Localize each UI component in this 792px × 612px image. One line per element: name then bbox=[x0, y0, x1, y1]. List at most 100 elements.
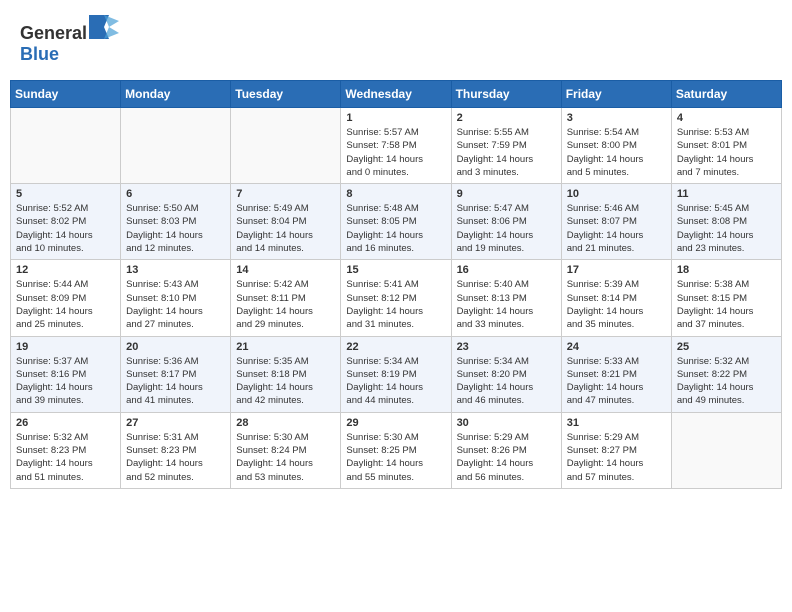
day-info: Sunrise: 5:53 AM Sunset: 8:01 PM Dayligh… bbox=[677, 126, 776, 179]
day-number: 30 bbox=[457, 417, 556, 429]
calendar-day-5: 5 Sunrise: 5:52 AM Sunset: 8:02 PM Daylig… bbox=[11, 184, 121, 260]
calendar-week-row: 5 Sunrise: 5:52 AM Sunset: 8:02 PM Daylig… bbox=[11, 184, 782, 260]
day-number: 6 bbox=[126, 188, 225, 200]
day-info: Sunrise: 5:29 AM Sunset: 8:26 PM Dayligh… bbox=[457, 431, 556, 484]
day-info: Sunrise: 5:52 AM Sunset: 8:02 PM Dayligh… bbox=[16, 202, 115, 255]
day-number: 23 bbox=[457, 341, 556, 353]
empty-day-cell bbox=[121, 108, 231, 184]
calendar-day-2: 2 Sunrise: 5:55 AM Sunset: 7:59 PM Daylig… bbox=[451, 108, 561, 184]
calendar-day-12: 12 Sunrise: 5:44 AM Sunset: 8:09 PM Dayli… bbox=[11, 260, 121, 336]
day-info: Sunrise: 5:36 AM Sunset: 8:17 PM Dayligh… bbox=[126, 355, 225, 408]
calendar-day-10: 10Sunrise: 5:46 AM Sunset: 8:07 PM Dayli… bbox=[561, 184, 671, 260]
day-info: Sunrise: 5:50 AM Sunset: 8:03 PM Dayligh… bbox=[126, 202, 225, 255]
calendar-day-8: 8Sunrise: 5:48 AM Sunset: 8:05 PM Daylig… bbox=[341, 184, 451, 260]
day-info: Sunrise: 5:46 AM Sunset: 8:07 PM Dayligh… bbox=[567, 202, 666, 255]
day-info: Sunrise: 5:32 AM Sunset: 8:23 PM Dayligh… bbox=[16, 431, 115, 484]
day-number: 9 bbox=[457, 188, 556, 200]
day-info: Sunrise: 5:40 AM Sunset: 8:13 PM Dayligh… bbox=[457, 278, 556, 331]
day-info: Sunrise: 5:34 AM Sunset: 8:20 PM Dayligh… bbox=[457, 355, 556, 408]
day-number: 14 bbox=[236, 264, 335, 276]
day-number: 5 bbox=[16, 188, 115, 200]
day-number: 12 bbox=[16, 264, 115, 276]
calendar-day-19: 19 Sunrise: 5:37 AM Sunset: 8:16 PM Dayli… bbox=[11, 336, 121, 412]
calendar-day-11: 11 Sunrise: 5:45 AM Sunset: 8:08 PM Dayli… bbox=[671, 184, 781, 260]
calendar-day-3: 3Sunrise: 5:54 AM Sunset: 8:00 PM Daylig… bbox=[561, 108, 671, 184]
day-info: Sunrise: 5:41 AM Sunset: 8:12 PM Dayligh… bbox=[346, 278, 445, 331]
day-info: Sunrise: 5:33 AM Sunset: 8:21 PM Dayligh… bbox=[567, 355, 666, 408]
empty-day-cell bbox=[671, 412, 781, 488]
calendar-day-20: 20 Sunrise: 5:36 AM Sunset: 8:17 PM Dayli… bbox=[121, 336, 231, 412]
calendar-day-15: 15 Sunrise: 5:41 AM Sunset: 8:12 PM Dayli… bbox=[341, 260, 451, 336]
empty-day-cell bbox=[231, 108, 341, 184]
calendar-day-16: 16 Sunrise: 5:40 AM Sunset: 8:13 PM Dayli… bbox=[451, 260, 561, 336]
calendar-day-1: 1 Sunrise: 5:57 AM Sunset: 7:58 PM Daylig… bbox=[341, 108, 451, 184]
calendar-day-17: 17 Sunrise: 5:39 AM Sunset: 8:14 PM Dayli… bbox=[561, 260, 671, 336]
calendar-table: SundayMondayTuesdayWednesdayThursdayFrid… bbox=[10, 80, 782, 489]
day-number: 21 bbox=[236, 341, 335, 353]
logo-wordmark: General Blue bbox=[20, 15, 119, 65]
day-number: 26 bbox=[16, 417, 115, 429]
weekday-header-friday: Friday bbox=[561, 81, 671, 108]
day-info: Sunrise: 5:57 AM Sunset: 7:58 PM Dayligh… bbox=[346, 126, 445, 179]
weekday-header-saturday: Saturday bbox=[671, 81, 781, 108]
day-number: 11 bbox=[677, 188, 776, 200]
day-number: 1 bbox=[346, 112, 445, 124]
day-number: 20 bbox=[126, 341, 225, 353]
day-number: 8 bbox=[346, 188, 445, 200]
calendar-day-13: 13Sunrise: 5:43 AM Sunset: 8:10 PM Dayli… bbox=[121, 260, 231, 336]
logo-general: General bbox=[20, 23, 87, 43]
calendar-day-23: 23 Sunrise: 5:34 AM Sunset: 8:20 PM Dayli… bbox=[451, 336, 561, 412]
calendar-day-6: 6 Sunrise: 5:50 AM Sunset: 8:03 PM Daylig… bbox=[121, 184, 231, 260]
calendar-day-22: 22 Sunrise: 5:34 AM Sunset: 8:19 PM Dayli… bbox=[341, 336, 451, 412]
calendar-day-25: 25 Sunrise: 5:32 AM Sunset: 8:22 PM Dayli… bbox=[671, 336, 781, 412]
weekday-header-row: SundayMondayTuesdayWednesdayThursdayFrid… bbox=[11, 81, 782, 108]
calendar-day-27: 27 Sunrise: 5:31 AM Sunset: 8:23 PM Dayli… bbox=[121, 412, 231, 488]
day-info: Sunrise: 5:45 AM Sunset: 8:08 PM Dayligh… bbox=[677, 202, 776, 255]
logo-flag-icon bbox=[89, 15, 119, 39]
day-info: Sunrise: 5:29 AM Sunset: 8:27 PM Dayligh… bbox=[567, 431, 666, 484]
logo: General Blue bbox=[20, 15, 119, 65]
day-number: 4 bbox=[677, 112, 776, 124]
day-number: 7 bbox=[236, 188, 335, 200]
day-number: 31 bbox=[567, 417, 666, 429]
day-number: 27 bbox=[126, 417, 225, 429]
day-info: Sunrise: 5:39 AM Sunset: 8:14 PM Dayligh… bbox=[567, 278, 666, 331]
day-number: 13 bbox=[126, 264, 225, 276]
day-info: Sunrise: 5:30 AM Sunset: 8:25 PM Dayligh… bbox=[346, 431, 445, 484]
calendar-day-7: 7 Sunrise: 5:49 AM Sunset: 8:04 PM Daylig… bbox=[231, 184, 341, 260]
calendar-week-row: 1 Sunrise: 5:57 AM Sunset: 7:58 PM Daylig… bbox=[11, 108, 782, 184]
day-info: Sunrise: 5:47 AM Sunset: 8:06 PM Dayligh… bbox=[457, 202, 556, 255]
day-number: 16 bbox=[457, 264, 556, 276]
weekday-header-sunday: Sunday bbox=[11, 81, 121, 108]
day-info: Sunrise: 5:37 AM Sunset: 8:16 PM Dayligh… bbox=[16, 355, 115, 408]
day-info: Sunrise: 5:34 AM Sunset: 8:19 PM Dayligh… bbox=[346, 355, 445, 408]
calendar-day-31: 31 Sunrise: 5:29 AM Sunset: 8:27 PM Dayli… bbox=[561, 412, 671, 488]
calendar-day-14: 14 Sunrise: 5:42 AM Sunset: 8:11 PM Dayli… bbox=[231, 260, 341, 336]
day-number: 28 bbox=[236, 417, 335, 429]
day-info: Sunrise: 5:49 AM Sunset: 8:04 PM Dayligh… bbox=[236, 202, 335, 255]
weekday-header-thursday: Thursday bbox=[451, 81, 561, 108]
day-number: 25 bbox=[677, 341, 776, 353]
day-number: 19 bbox=[16, 341, 115, 353]
day-number: 22 bbox=[346, 341, 445, 353]
day-info: Sunrise: 5:55 AM Sunset: 7:59 PM Dayligh… bbox=[457, 126, 556, 179]
day-info: Sunrise: 5:38 AM Sunset: 8:15 PM Dayligh… bbox=[677, 278, 776, 331]
calendar-week-row: 19 Sunrise: 5:37 AM Sunset: 8:16 PM Dayli… bbox=[11, 336, 782, 412]
weekday-header-tuesday: Tuesday bbox=[231, 81, 341, 108]
day-info: Sunrise: 5:42 AM Sunset: 8:11 PM Dayligh… bbox=[236, 278, 335, 331]
day-info: Sunrise: 5:44 AM Sunset: 8:09 PM Dayligh… bbox=[16, 278, 115, 331]
day-number: 18 bbox=[677, 264, 776, 276]
day-info: Sunrise: 5:30 AM Sunset: 8:24 PM Dayligh… bbox=[236, 431, 335, 484]
logo-blue: Blue bbox=[20, 44, 59, 64]
calendar-day-24: 24 Sunrise: 5:33 AM Sunset: 8:21 PM Dayli… bbox=[561, 336, 671, 412]
calendar-day-9: 9 Sunrise: 5:47 AM Sunset: 8:06 PM Daylig… bbox=[451, 184, 561, 260]
day-number: 2 bbox=[457, 112, 556, 124]
calendar-day-30: 30 Sunrise: 5:29 AM Sunset: 8:26 PM Dayli… bbox=[451, 412, 561, 488]
day-number: 24 bbox=[567, 341, 666, 353]
day-number: 3 bbox=[567, 112, 666, 124]
day-number: 15 bbox=[346, 264, 445, 276]
day-number: 17 bbox=[567, 264, 666, 276]
day-info: Sunrise: 5:31 AM Sunset: 8:23 PM Dayligh… bbox=[126, 431, 225, 484]
day-info: Sunrise: 5:32 AM Sunset: 8:22 PM Dayligh… bbox=[677, 355, 776, 408]
calendar-day-28: 28 Sunrise: 5:30 AM Sunset: 8:24 PM Dayli… bbox=[231, 412, 341, 488]
